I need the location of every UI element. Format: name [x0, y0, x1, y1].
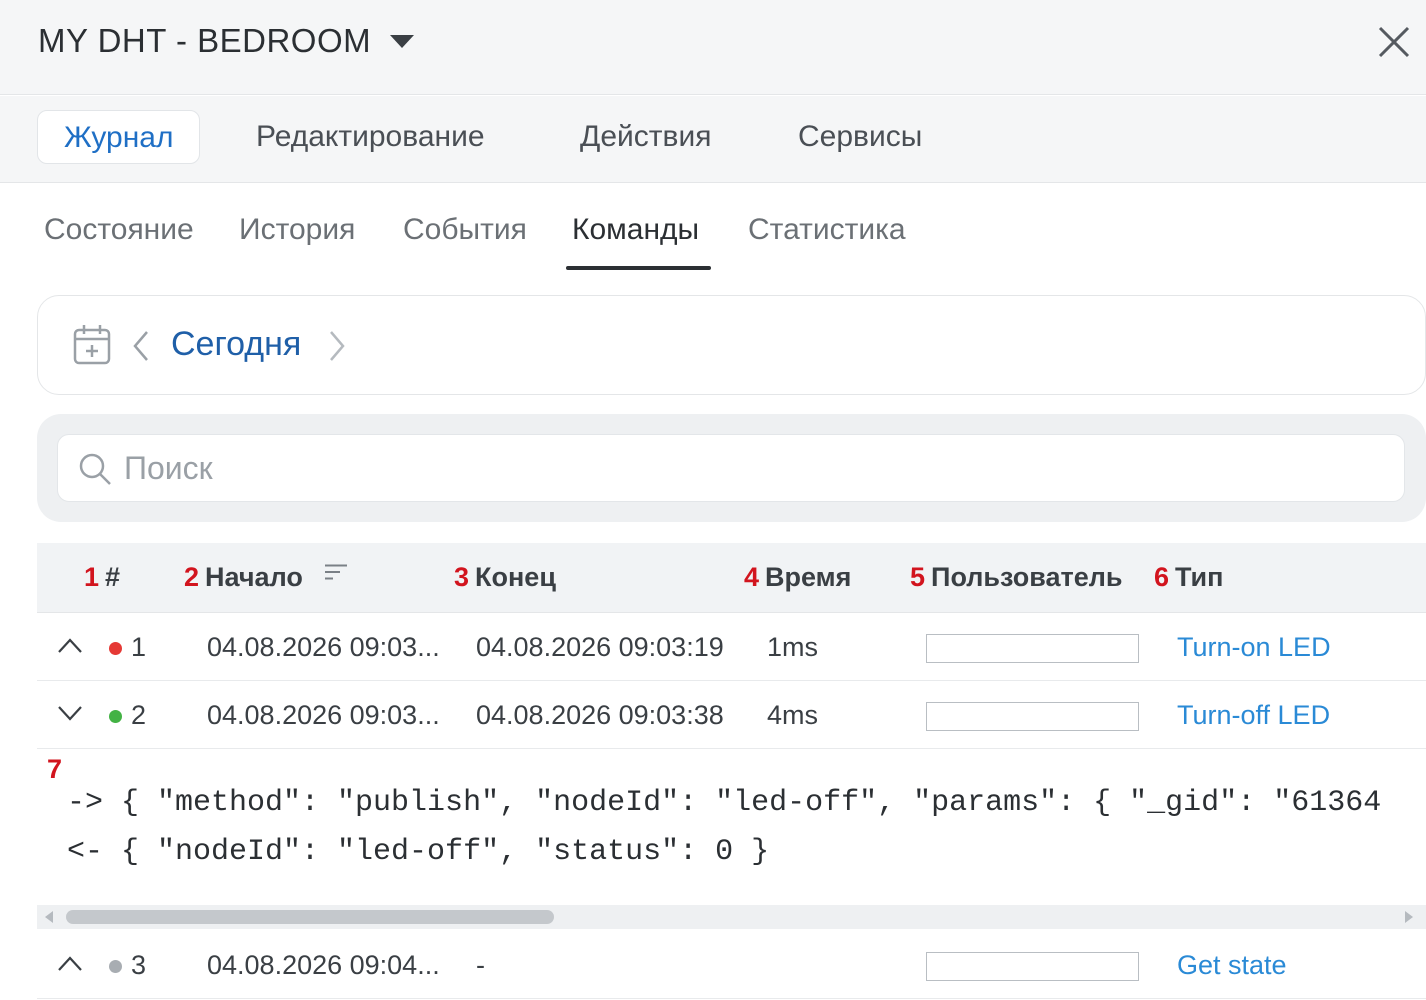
column-label: Конец — [475, 562, 556, 592]
scroll-left-arrow-icon[interactable] — [45, 911, 53, 923]
column-header-duration[interactable]: 4 Время — [744, 562, 851, 593]
column-label: Тип — [1175, 562, 1224, 592]
search-box — [57, 434, 1405, 502]
horizontal-scrollbar[interactable] — [37, 905, 1426, 929]
active-subtab-indicator — [566, 266, 711, 270]
status-dot — [109, 960, 122, 973]
date-label[interactable]: Сегодня — [171, 325, 301, 364]
subtab-state[interactable]: Состояние — [44, 213, 194, 247]
row-id: 1 — [131, 632, 147, 662]
sort-icon[interactable] — [325, 564, 347, 580]
column-header-id[interactable]: 1 # — [84, 562, 120, 593]
calendar-icon[interactable] — [72, 323, 112, 367]
column-header-user[interactable]: 5 Пользователь — [910, 562, 1123, 593]
row-user — [926, 634, 1139, 663]
column-marker: 6 — [1154, 562, 1170, 592]
details-marker: 7 — [47, 754, 63, 784]
search-panel — [37, 414, 1426, 522]
row-id: 2 — [131, 700, 147, 730]
response-payload: <- { "nodeId": "led-off", "status": 0 } — [67, 835, 770, 869]
tab-edit[interactable]: Редактирование — [256, 110, 485, 164]
subtab-events[interactable]: События — [403, 213, 527, 247]
dialog-header: MY DHT - BEDROOM — [0, 0, 1426, 95]
row-duration: 4ms — [767, 700, 819, 730]
chevron-right-icon[interactable] — [328, 330, 346, 362]
search-input[interactable] — [124, 445, 1384, 491]
row-start: 04.08.2026 09:04... — [207, 950, 440, 980]
chevron-up-icon[interactable] — [57, 954, 83, 972]
tab-services[interactable]: Сервисы — [798, 110, 922, 164]
tab-journal[interactable]: Журнал — [37, 110, 201, 164]
column-marker: 5 — [910, 562, 926, 592]
row-type-link[interactable]: Turn-off LED — [1177, 700, 1330, 731]
search-icon — [79, 453, 111, 485]
column-label: Время — [765, 562, 852, 592]
chevron-left-icon[interactable] — [132, 330, 150, 362]
caret-down-icon[interactable] — [390, 35, 414, 48]
column-header-type[interactable]: 6 Тип — [1154, 562, 1223, 593]
table-row[interactable]: 2 04.08.2026 09:03... 04.08.2026 09:03:3… — [37, 682, 1426, 749]
row-type-link[interactable]: Get state — [1177, 950, 1287, 981]
status-dot — [109, 710, 122, 723]
subtab-statistics[interactable]: Статистика — [748, 213, 906, 247]
row-start: 04.08.2026 09:03... — [207, 632, 440, 662]
chevron-up-icon[interactable] — [57, 636, 83, 654]
device-title[interactable]: MY DHT - BEDROOM — [38, 22, 371, 60]
row-user — [926, 952, 1139, 981]
chevron-down-icon[interactable] — [57, 704, 83, 722]
column-marker: 4 — [744, 562, 760, 592]
status-dot — [109, 642, 122, 655]
column-header-end[interactable]: 3 Конец — [454, 562, 556, 593]
scroll-right-arrow-icon[interactable] — [1405, 911, 1413, 923]
subtab-commands[interactable]: Команды — [572, 213, 699, 247]
scrollbar-thumb[interactable] — [66, 910, 554, 924]
subtab-history[interactable]: История — [239, 213, 355, 247]
column-marker: 3 — [454, 562, 470, 592]
row-details: 7 -> { "method": "publish", "nodeId": "l… — [37, 750, 1426, 932]
row-start: 04.08.2026 09:03... — [207, 700, 440, 730]
row-end: - — [476, 950, 485, 980]
table-row[interactable]: 3 04.08.2026 09:04... - Get state — [37, 932, 1426, 999]
column-header-start[interactable]: 2 Начало — [184, 562, 303, 593]
date-navigator: Сегодня — [37, 295, 1426, 395]
main-tabs: Журнал Редактирование Действия Сервисы — [0, 96, 1426, 183]
row-id: 3 — [131, 950, 147, 980]
row-type-link[interactable]: Turn-on LED — [1177, 632, 1331, 663]
column-label: Начало — [205, 562, 303, 592]
column-label: Пользователь — [931, 562, 1123, 592]
row-duration: 1ms — [767, 632, 819, 662]
row-end: 04.08.2026 09:03:19 — [476, 632, 724, 662]
request-payload: -> { "method": "publish", "nodeId": "led… — [67, 786, 1382, 820]
close-icon[interactable] — [1374, 22, 1414, 62]
table-row[interactable]: 1 04.08.2026 09:03... 04.08.2026 09:03:1… — [37, 614, 1426, 681]
row-end: 04.08.2026 09:03:38 — [476, 700, 724, 730]
tab-actions[interactable]: Действия — [580, 110, 711, 164]
column-marker: 1 — [84, 562, 100, 592]
column-label: # — [105, 562, 121, 592]
row-user — [926, 702, 1139, 731]
table-header: 1 # 2 Начало 3 Конец 4 Время 5 Пользователь 6… — [37, 543, 1426, 613]
column-marker: 2 — [184, 562, 200, 592]
